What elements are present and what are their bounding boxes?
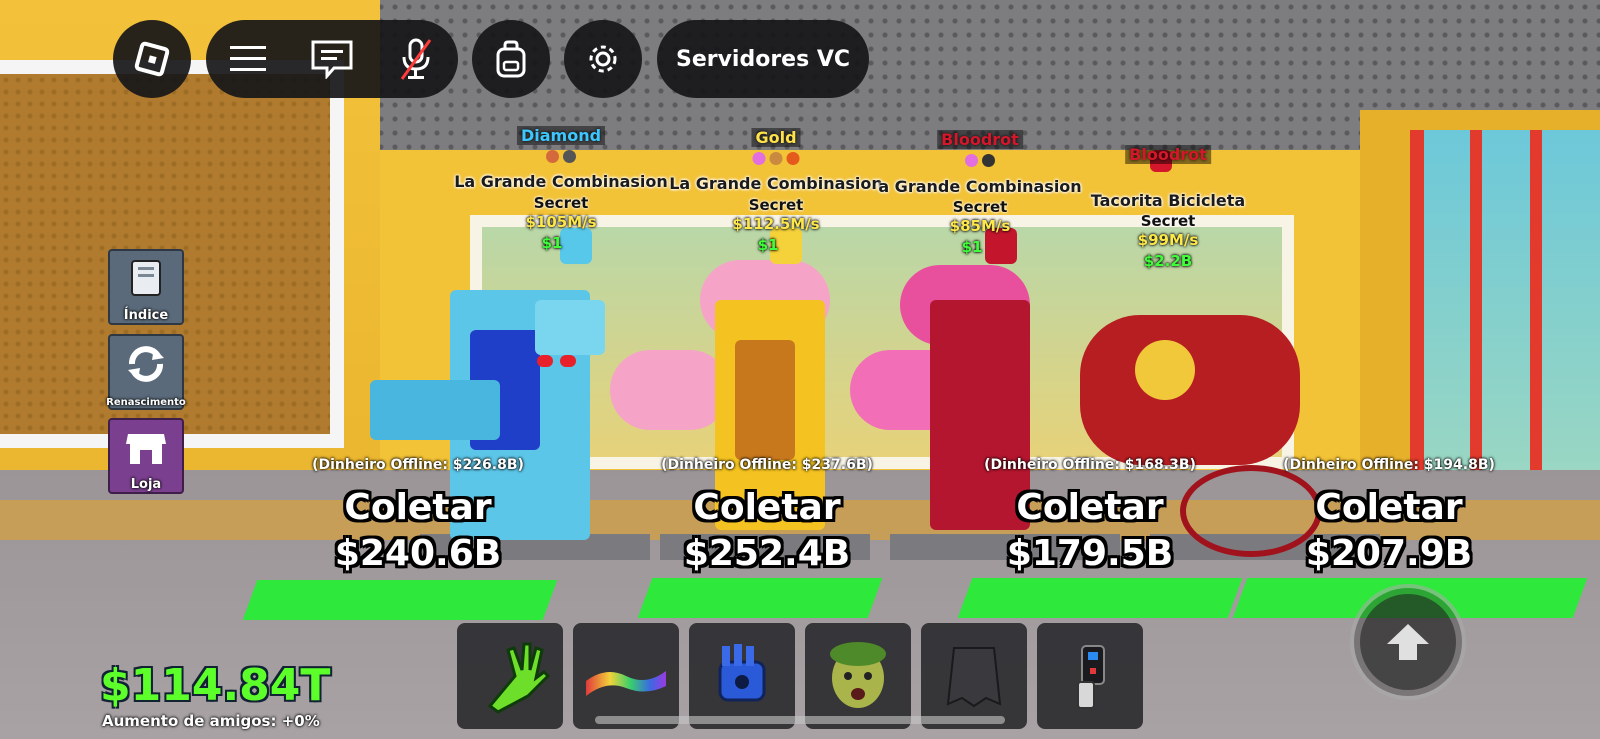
collect-button[interactable]: Coletar $207.9B: [1306, 486, 1472, 578]
collect-pad[interactable]: [637, 578, 883, 618]
topbar-menu-group: [206, 20, 458, 98]
window-bar: [1530, 130, 1542, 510]
mutation-icons: [965, 154, 995, 167]
collect-button[interactable]: Coletar $240.6B: [335, 486, 501, 578]
window-bar: [1470, 130, 1482, 510]
mutation-icons: [752, 152, 800, 165]
power-glove-icon: [718, 644, 766, 702]
collect-amount: $179.5B: [1006, 533, 1174, 574]
tier-label: Secret: [952, 198, 1008, 216]
collect-label: Coletar: [344, 487, 492, 528]
pet-price: $1: [541, 234, 563, 252]
collect-button[interactable]: Coletar $179.5B: [1007, 486, 1173, 578]
hotbar-slot-6[interactable]: [1037, 623, 1143, 729]
offline-money-label: (Dinheiro Offline: $237.6B): [661, 457, 873, 473]
shop-label: Loja: [130, 477, 162, 492]
invisibility-cloak-icon: [946, 647, 1002, 708]
hotbar-slot-2[interactable]: [573, 623, 679, 729]
rarity-label: Diamond: [516, 126, 606, 145]
hotbar-slot-4[interactable]: [805, 623, 911, 729]
collect-amount: $252.4B: [683, 533, 851, 574]
rebirth-button[interactable]: Renascimento: [106, 334, 186, 410]
index-button[interactable]: Índice: [108, 249, 184, 325]
tier-label: Secret: [1140, 212, 1196, 230]
collect-amount: $207.9B: [1305, 533, 1473, 574]
gear-icon: [589, 45, 617, 73]
rarity-label: Bloodrot: [1125, 145, 1211, 164]
pet-price: $1: [961, 238, 983, 256]
chat-icon[interactable]: [308, 35, 356, 83]
voice-servers-button[interactable]: Servidores VC: [657, 20, 869, 98]
pet-price: $2.2B: [1143, 252, 1193, 270]
offline-money-label: (Dinheiro Offline: $194.8B): [1283, 457, 1495, 473]
laser-gun-icon: [1077, 645, 1105, 709]
income-rate: $85M/s: [949, 217, 1011, 235]
collect-label: Coletar: [1315, 487, 1463, 528]
offline-money-label: (Dinheiro Offline: $226.8B): [312, 457, 524, 473]
collect-amount: $240.6B: [334, 533, 502, 574]
settings-button[interactable]: [564, 20, 642, 98]
index-label: Índice: [123, 308, 169, 323]
hotbar-scrollbar[interactable]: [595, 716, 1005, 724]
right-window: [1410, 130, 1600, 510]
roblox-menu-button[interactable]: [113, 20, 191, 98]
jump-button[interactable]: [1350, 584, 1466, 700]
tier-label: Secret: [748, 196, 804, 214]
roblox-logo-icon: [133, 40, 171, 78]
hotbar-slot-3[interactable]: [689, 623, 795, 729]
rarity-label: Gold: [751, 128, 801, 147]
pet-name: La Grande Combinasion: [669, 174, 883, 193]
hamburger-menu-icon[interactable]: [224, 35, 272, 83]
book-icon: [131, 260, 161, 296]
collect-label: Coletar: [693, 487, 841, 528]
player-money: $114.84T: [100, 660, 331, 711]
backpack-icon: [496, 40, 526, 78]
shop-button[interactable]: Loja: [108, 418, 184, 494]
hotbar: [457, 623, 1143, 729]
arrow-up-icon: [1387, 624, 1429, 660]
offline-money-label: (Dinheiro Offline: $168.3B): [984, 457, 1196, 473]
hotbar-slot-1[interactable]: [457, 623, 563, 729]
pet-name: Tacorita Bicicleta: [1090, 191, 1246, 210]
slap-glove-icon: [487, 642, 550, 714]
voice-servers-label: Servidores VC: [675, 46, 851, 72]
collect-button[interactable]: Coletar $252.4B: [684, 486, 850, 578]
medusa-head-icon: [830, 642, 886, 708]
pet-price: $1: [757, 236, 779, 254]
income-rate: $99M/s: [1137, 231, 1199, 249]
backpack-button[interactable]: [472, 20, 550, 98]
pet-name: a Grande Combinasion: [878, 177, 1082, 196]
magic-carpet-icon: [586, 671, 666, 696]
rarity-label: Bloodrot: [937, 130, 1023, 149]
collect-label: Coletar: [1016, 487, 1164, 528]
income-rate: $112.5M/s: [732, 215, 820, 233]
friend-boost-label: Aumento de amigos: +0%: [102, 712, 320, 730]
collect-pad[interactable]: [242, 580, 558, 620]
microphone-muted-icon[interactable]: [392, 35, 440, 83]
collect-pad[interactable]: [957, 578, 1243, 618]
rebirth-icon: [128, 346, 164, 382]
mutation-icons: [546, 150, 576, 163]
hotbar-slot-5[interactable]: [921, 623, 1027, 729]
shop-icon: [126, 434, 166, 464]
rebirth-label: Renascimento: [106, 397, 186, 408]
tier-label: Secret: [533, 194, 589, 212]
pet-name: La Grande Combinasion: [454, 172, 668, 191]
income-rate: $105M/s: [525, 213, 597, 231]
